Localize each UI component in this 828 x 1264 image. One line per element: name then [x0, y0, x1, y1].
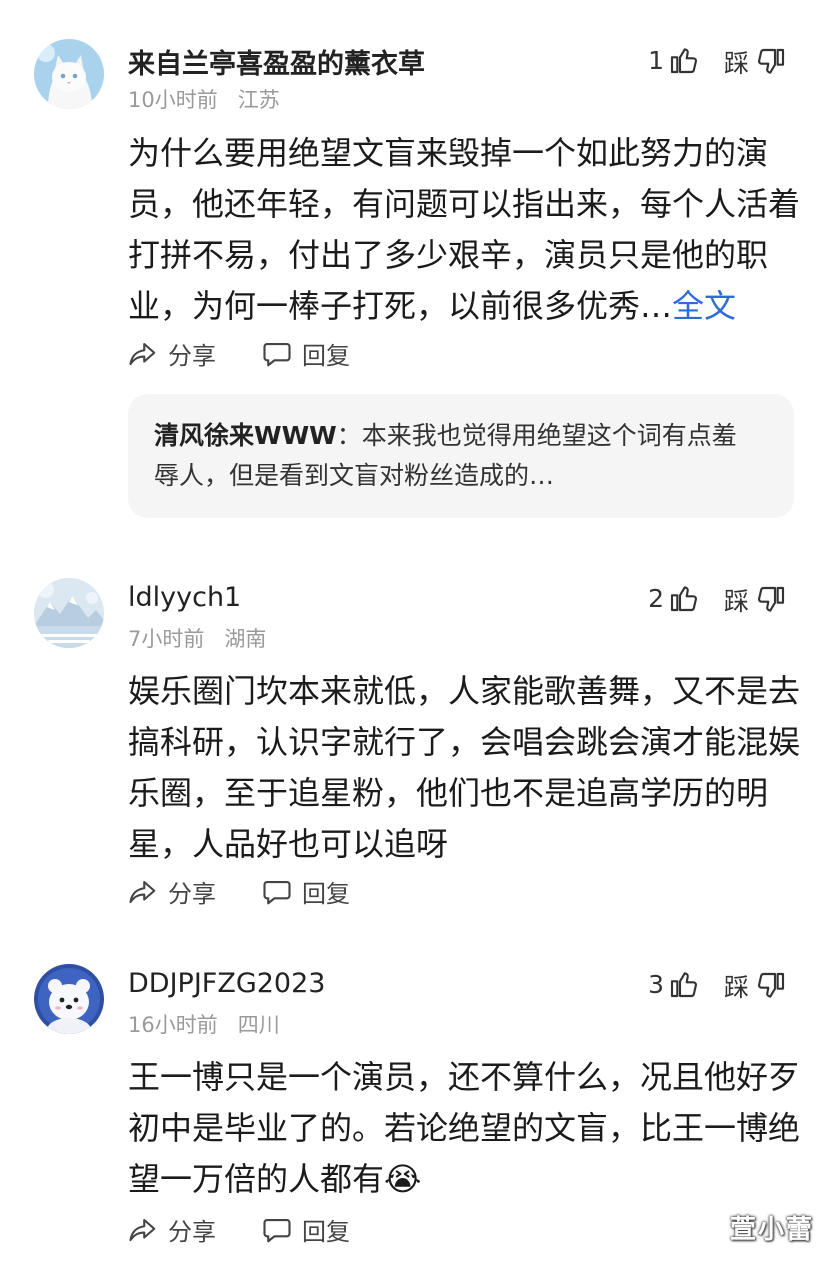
- share-button[interactable]: 分享: [128, 1212, 216, 1247]
- share-label: 分享: [168, 1218, 216, 1246]
- snow-mountain-avatar-icon: [34, 578, 104, 648]
- comment-text: 为什么要用绝望文盲来毁掉一个如此努力的演员，他还年轻，有问题可以指出来，每个人活…: [128, 128, 800, 332]
- share-icon: [129, 1218, 156, 1241]
- reply-label: 回复: [302, 880, 350, 908]
- share-button[interactable]: 分享: [128, 336, 216, 371]
- comment-meta: 16小时前 四川: [128, 1009, 280, 1039]
- reply-label: 回复: [302, 342, 350, 370]
- username[interactable]: ldlyych1: [128, 582, 241, 613]
- dislike-button[interactable]: 踩: [724, 582, 787, 618]
- like-count: 1: [648, 45, 664, 75]
- comment-text: 王一博只是一个演员，还不算什么，况且他好歹初中是毕业了的。若论绝望的文盲，比王一…: [128, 1052, 800, 1205]
- crying-laughing-emoji-icon: 😭: [384, 1160, 422, 1198]
- location: 四川: [237, 1013, 280, 1037]
- dislike-button[interactable]: 踩: [724, 968, 787, 1004]
- timestamp: 7小时前: [128, 627, 205, 651]
- like-button[interactable]: 2: [648, 582, 700, 614]
- comment-body: 娱乐圈门坎本来就低，人家能歌善舞，又不是去搞科研，认识字就行了，会唱会跳会演才能…: [128, 672, 801, 863]
- reply-preview-text: 清风徐来WWW：本来我也觉得用绝望这个词有点羞辱人，但是看到文盲对粉丝造成的…: [154, 416, 754, 496]
- share-label: 分享: [168, 342, 216, 370]
- avatar[interactable]: [34, 578, 104, 648]
- reply-button[interactable]: 回复: [262, 874, 350, 909]
- reply-label: 回复: [302, 1218, 350, 1246]
- white-cat-avatar-icon: [34, 39, 104, 109]
- username[interactable]: DDJPJFZG2023: [128, 968, 325, 999]
- avatar[interactable]: [34, 39, 104, 109]
- thumbs-down-icon: [758, 48, 785, 74]
- comment-body: 王一博只是一个演员，还不算什么，况且他好歹初中是毕业了的。若论绝望的文盲，比王一…: [128, 1058, 801, 1198]
- share-label: 分享: [168, 880, 216, 908]
- comment-actions: 分享 回复: [128, 336, 396, 371]
- comment-actions: 分享 回复: [128, 874, 396, 909]
- comment-bubble-icon: [263, 1218, 291, 1242]
- timestamp: 16小时前: [128, 1013, 218, 1037]
- thumbs-down-icon: [758, 972, 785, 998]
- dislike-label: 踩: [724, 587, 750, 616]
- expand-full-text-link[interactable]: 全文: [672, 287, 736, 325]
- thumbs-up-icon: [670, 586, 698, 612]
- polar-bear-avatar-icon: [34, 964, 104, 1034]
- reply-author[interactable]: 清风徐来WWW: [154, 421, 337, 450]
- comment-bubble-icon: [263, 342, 291, 366]
- location: 江苏: [237, 88, 280, 112]
- share-icon: [129, 880, 156, 903]
- dislike-label: 踩: [724, 49, 750, 78]
- avatar[interactable]: [34, 964, 104, 1034]
- share-button[interactable]: 分享: [128, 874, 216, 909]
- like-button[interactable]: 3: [648, 968, 700, 1000]
- comment-text: 娱乐圈门坎本来就低，人家能歌善舞，又不是去搞科研，认识字就行了，会唱会跳会演才能…: [128, 666, 800, 870]
- dislike-button[interactable]: 踩: [724, 44, 787, 80]
- thumbs-up-icon: [670, 48, 698, 74]
- comment-meta: 10小时前 江苏: [128, 84, 280, 114]
- share-icon: [129, 342, 156, 365]
- reply-preview[interactable]: 清风徐来WWW：本来我也觉得用绝望这个词有点羞辱人，但是看到文盲对粉丝造成的…: [128, 394, 794, 518]
- location: 湖南: [224, 627, 267, 651]
- reply-button[interactable]: 回复: [262, 336, 350, 371]
- dislike-label: 踩: [724, 973, 750, 1002]
- timestamp: 10小时前: [128, 88, 218, 112]
- like-count: 2: [648, 583, 664, 613]
- reply-button[interactable]: 回复: [262, 1212, 350, 1247]
- thumbs-up-icon: [670, 972, 698, 998]
- watermark: 萱小蕾: [729, 1215, 814, 1245]
- username[interactable]: 来自兰亭喜盈盈的薰衣草: [128, 42, 425, 81]
- like-count: 3: [648, 969, 664, 999]
- comment-bubble-icon: [263, 880, 291, 904]
- thumbs-down-icon: [758, 586, 785, 612]
- comment-meta: 7小时前 湖南: [128, 623, 266, 653]
- comment-actions: 分享 回复: [128, 1212, 396, 1247]
- like-button[interactable]: 1: [648, 44, 700, 76]
